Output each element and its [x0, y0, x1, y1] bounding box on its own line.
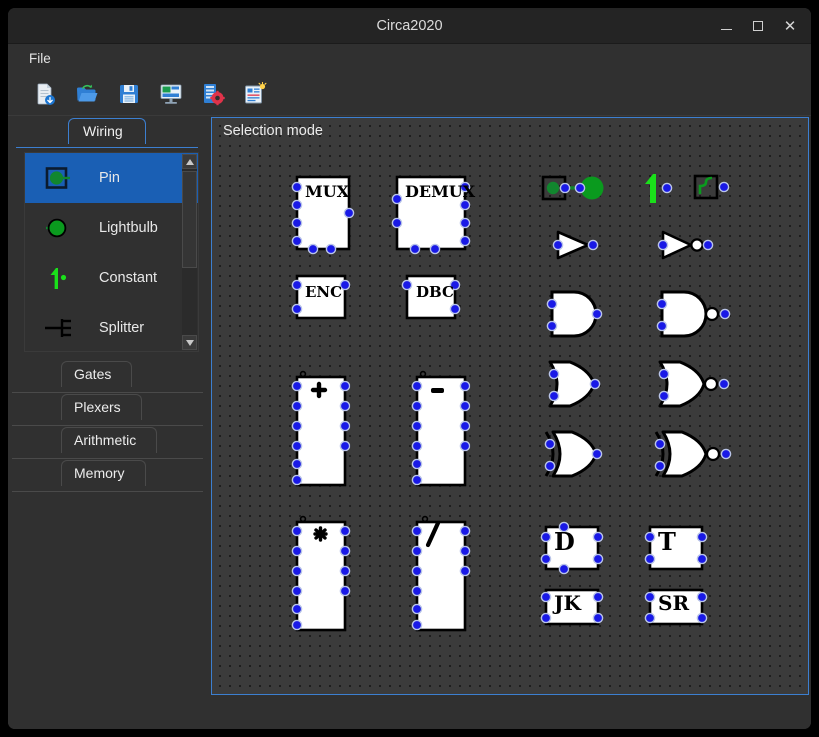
component-sr-flipflop[interactable]: SR [644, 586, 714, 632]
tab-wiring[interactable]: Wiring [68, 118, 146, 144]
component-list: Pin Lightbulb Constant Splitter [24, 152, 199, 352]
component-encoder[interactable]: ENC [291, 273, 355, 325]
component-and-gate[interactable] [544, 288, 616, 342]
analyze-button[interactable] [242, 81, 268, 107]
tab-arithmetic[interactable]: Arithmetic [61, 427, 158, 453]
component-nand-gate[interactable] [654, 288, 744, 342]
component-nor-gate[interactable] [654, 358, 744, 412]
simulate-monitor-icon [160, 84, 182, 104]
sidebar: Wiring Pin Lightbulb Constant Splitter G… [8, 116, 208, 729]
new-file-icon [37, 83, 55, 105]
save-floppy-icon [120, 84, 138, 103]
component-multiplier[interactable] [291, 513, 355, 638]
save-button[interactable] [116, 81, 142, 107]
component-decoder[interactable]: DBC [401, 273, 465, 325]
component-t-flipflop[interactable]: T [644, 521, 714, 577]
component-pin-wire-lightbulb[interactable] [540, 172, 610, 208]
sidebar-item-label-pin: Pin [99, 170, 120, 186]
component-clock[interactable] [693, 172, 733, 208]
lightbulb-icon [43, 211, 77, 245]
component-adder[interactable] [291, 368, 355, 493]
toolbar [8, 72, 811, 116]
splitter-icon [43, 311, 77, 345]
window-title: Circa2020 [376, 18, 443, 34]
component-subtractor[interactable] [411, 368, 475, 493]
open-folder-icon [77, 84, 98, 101]
canvas-area: Selection mode MUX DEMUX ENC DBC D T JK … [208, 116, 811, 729]
scroll-up-button[interactable] [182, 154, 197, 169]
close-icon: ✕ [783, 16, 797, 35]
sidebar-item-constant[interactable]: Constant [25, 253, 198, 303]
maximize-button[interactable] [743, 11, 773, 41]
minimize-button[interactable] [711, 11, 741, 41]
app-window: Circa2020 ✕ File Wiring Pin Lightbulb Co… [8, 8, 811, 729]
chevron-up-icon [185, 158, 194, 165]
sidebar-item-label-splitter: Splitter [99, 320, 145, 336]
sidebar-item-lightbulb[interactable]: Lightbulb [25, 203, 198, 253]
sidebar-item-splitter[interactable]: Splitter [25, 303, 198, 351]
scroll-down-button[interactable] [182, 335, 197, 350]
minimize-icon [720, 28, 732, 31]
new-file-button[interactable] [32, 81, 58, 107]
menu-bar: File [8, 44, 811, 72]
tab-memory[interactable]: Memory [61, 460, 146, 486]
menu-item-file[interactable]: File [22, 48, 58, 69]
component-demux[interactable]: DEMUX [391, 173, 483, 258]
category-tab-wrap-plexers: Plexers [8, 393, 203, 426]
category-tab-wrap-gates: Gates [8, 360, 203, 393]
settings-server-gear-icon [204, 83, 225, 105]
sidebar-tab-row: Wiring [8, 118, 198, 148]
analyze-library-icon [245, 81, 267, 103]
component-list-scrollbar[interactable] [182, 154, 197, 350]
constant-icon [43, 261, 77, 295]
main-body: Wiring Pin Lightbulb Constant Splitter G… [8, 116, 811, 729]
component-not-gate[interactable] [655, 228, 725, 262]
category-tab-wrap-memory: Memory [8, 459, 203, 492]
schematic-canvas[interactable]: Selection mode MUX DEMUX ENC DBC D T JK … [211, 117, 809, 695]
sidebar-item-label-lightbulb: Lightbulb [99, 220, 158, 236]
component-xor-gate[interactable] [544, 428, 618, 482]
pin-icon [43, 161, 77, 195]
category-tab-wrap-arithmetic: Arithmetic [8, 426, 203, 459]
sidebar-item-label-constant: Constant [99, 270, 158, 286]
component-buffer-gate[interactable] [550, 228, 610, 262]
simulate-button[interactable] [158, 81, 184, 107]
category-divider [12, 491, 203, 492]
scrollbar-thumb[interactable] [182, 171, 197, 268]
category-tabs: Gates Plexers Arithmetic Memory [8, 360, 203, 492]
open-folder-button[interactable] [74, 81, 100, 107]
component-mux[interactable]: MUX [291, 173, 373, 258]
close-button[interactable]: ✕ [775, 11, 805, 41]
title-bar: Circa2020 ✕ [8, 8, 811, 44]
chevron-down-icon [185, 339, 194, 346]
sidebar-item-pin[interactable]: Pin [25, 153, 198, 203]
canvas-mode-label: Selection mode [223, 123, 323, 139]
tab-plexers[interactable]: Plexers [61, 394, 142, 420]
component-divider[interactable] [411, 513, 475, 638]
component-constant[interactable] [640, 170, 680, 208]
settings-button[interactable] [200, 81, 226, 107]
component-or-gate[interactable] [544, 358, 618, 412]
tab-underline [16, 147, 198, 148]
component-jk-flipflop[interactable]: JK [540, 586, 610, 632]
component-d-flipflop[interactable]: D [540, 521, 610, 577]
tab-gates[interactable]: Gates [61, 361, 133, 387]
window-controls: ✕ [711, 8, 805, 44]
maximize-icon [753, 21, 763, 31]
component-xnor-gate[interactable] [654, 428, 744, 482]
